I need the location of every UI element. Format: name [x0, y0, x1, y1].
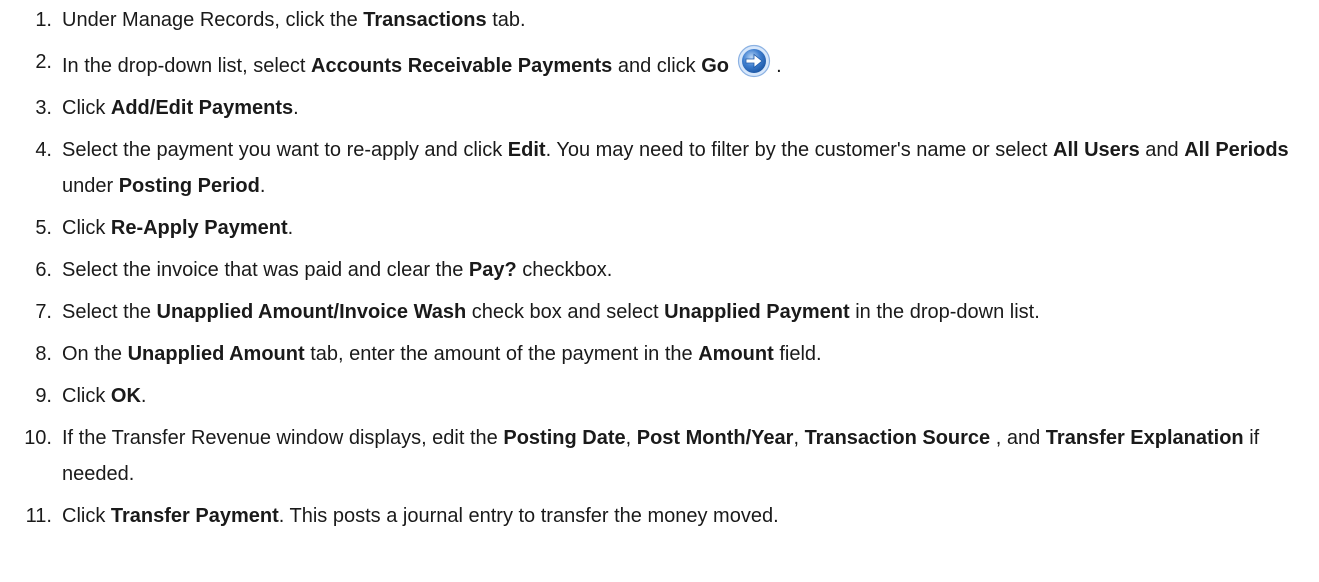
- go-arrow-icon: [737, 44, 770, 78]
- step-number: 10.: [24, 427, 52, 449]
- step-item: 6. Select the invoice that was paid and …: [0, 252, 1319, 288]
- step-text: Under Manage Records, click the Transact…: [62, 9, 526, 31]
- ui-term: Post Month/Year: [636, 427, 794, 449]
- step-number: 6.: [35, 259, 52, 281]
- step-text: Select the Unapplied Amount/Invoice Wash…: [62, 301, 1040, 323]
- ui-term: Pay?: [468, 259, 517, 281]
- step-item: 9. Click OK.: [0, 378, 1319, 414]
- step-text: Click Re-Apply Payment.: [62, 217, 294, 239]
- step-number: 1.: [35, 9, 52, 31]
- instruction-steps: 1. Under Manage Records, click the Trans…: [0, 2, 1319, 534]
- step-number: 4.: [35, 139, 52, 161]
- step-item: 11. Click Transfer Payment. This posts a…: [0, 498, 1319, 534]
- ui-term: Unapplied Amount/Invoice Wash: [156, 301, 467, 323]
- step-number: 7.: [35, 301, 52, 323]
- step-text: On the Unapplied Amount tab, enter the a…: [62, 343, 822, 365]
- step-item: 2. In the drop-down list, select Account…: [0, 44, 1319, 84]
- step-number: 2.: [35, 51, 52, 73]
- step-text: Click Add/Edit Payments.: [62, 97, 299, 119]
- ui-term: Transaction Source: [804, 427, 991, 449]
- step-item: 7. Select the Unapplied Amount/Invoice W…: [0, 294, 1319, 330]
- ui-term: Edit: [507, 139, 546, 161]
- step-item: 5. Click Re-Apply Payment.: [0, 210, 1319, 246]
- ui-term: All Periods: [1184, 139, 1289, 161]
- step-number: 3.: [35, 97, 52, 119]
- ui-term: Add/Edit Payments: [110, 97, 294, 119]
- step-number: 8.: [35, 343, 52, 365]
- step-item: 3. Click Add/Edit Payments.: [0, 90, 1319, 126]
- step-item: 4. Select the payment you want to re-app…: [0, 132, 1319, 204]
- ui-term: Transfer Explanation: [1045, 427, 1244, 449]
- step-text: Click Transfer Payment. This posts a jou…: [62, 505, 779, 527]
- ui-term: Transfer Payment: [110, 505, 279, 527]
- step-text: Click OK.: [62, 385, 147, 407]
- ui-term: Accounts Receivable Payments: [311, 55, 613, 77]
- step-item: 8. On the Unapplied Amount tab, enter th…: [0, 336, 1319, 372]
- step-text: If the Transfer Revenue window displays,…: [62, 427, 1260, 485]
- step-number: 11.: [25, 505, 52, 527]
- step-item: 1. Under Manage Records, click the Trans…: [0, 2, 1319, 38]
- ui-term: Unapplied Payment: [664, 301, 850, 323]
- ui-term: OK: [110, 385, 141, 407]
- ui-term: Posting Date: [503, 427, 626, 449]
- ui-term: Unapplied Amount: [127, 343, 305, 365]
- ui-term: Amount: [698, 343, 774, 365]
- step-text: Select the invoice that was paid and cle…: [62, 259, 613, 281]
- ui-term: All Users: [1053, 139, 1140, 161]
- ui-term: Go: [701, 55, 729, 77]
- step-text: Select the payment you want to re-apply …: [62, 139, 1289, 197]
- ui-term: Posting Period: [118, 175, 260, 197]
- ui-term: Re-Apply Payment: [110, 217, 288, 239]
- step-item: 10. If the Transfer Revenue window displ…: [0, 420, 1319, 492]
- ui-term: Transactions: [363, 9, 487, 31]
- step-number: 5.: [35, 217, 52, 239]
- step-number: 9.: [35, 385, 52, 407]
- step-text: In the drop-down list, select Accounts R…: [62, 44, 782, 78]
